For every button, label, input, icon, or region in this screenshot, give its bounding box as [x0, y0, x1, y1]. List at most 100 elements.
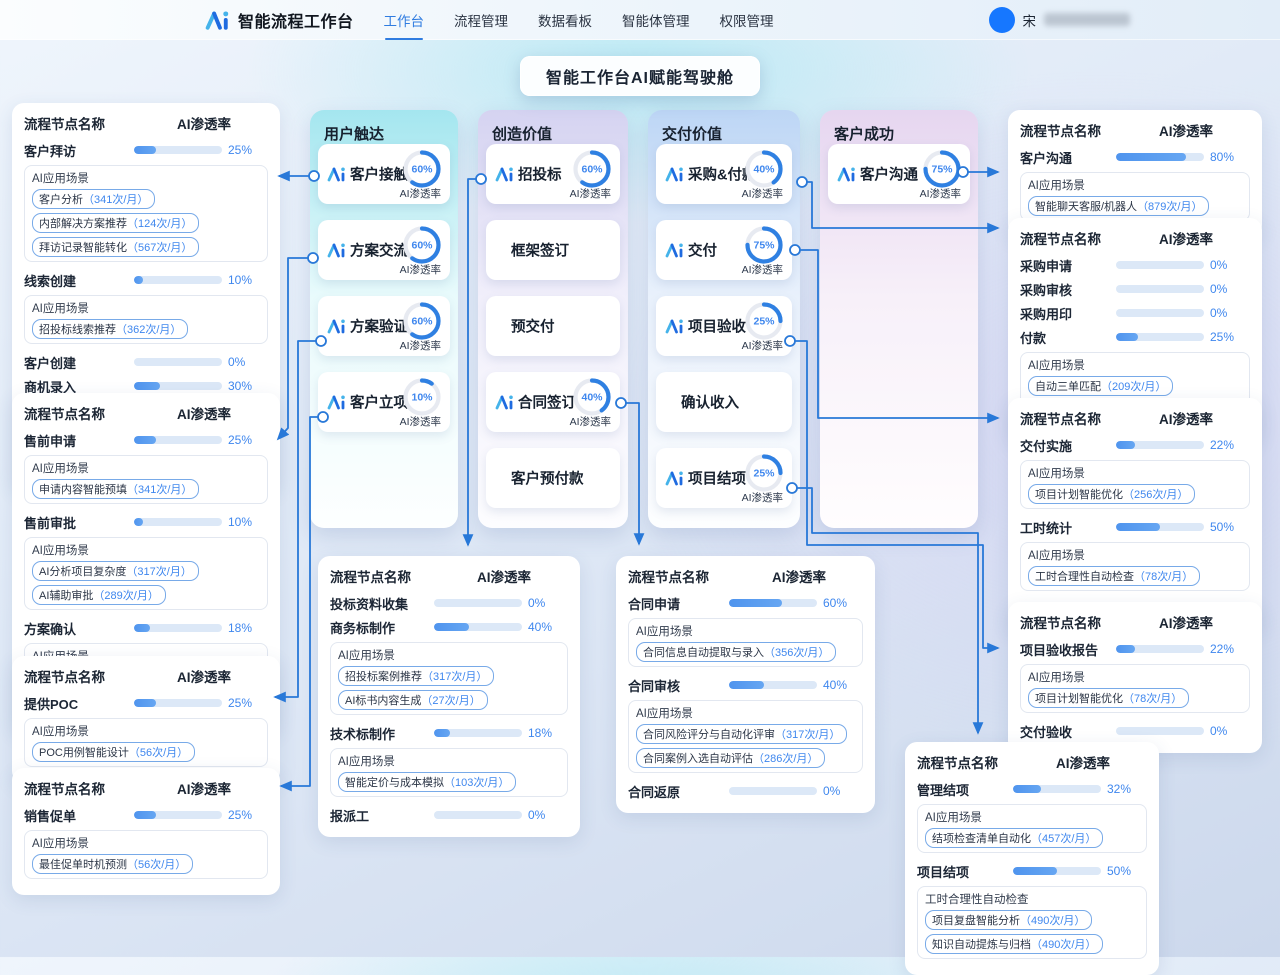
ai-scenario-chip[interactable]: 最佳促单时机预测（56次/月） — [32, 854, 193, 874]
ai-scenario-chip[interactable]: AI辅助审批（289次/月） — [32, 585, 166, 605]
stage-card[interactable]: 框架签订 — [486, 220, 620, 280]
ai-scenario-box: AI应用场景 客户分析（341次/月） 内部解决方案推荐（124次/月） 拜访记… — [24, 165, 268, 262]
node-column-header: 流程节点名称 — [1020, 228, 1122, 248]
ai-scenario-chip[interactable]: 合同信息自动提取与录入（356次/月） — [636, 642, 836, 662]
ai-scenario-box-label: AI应用场景 — [32, 300, 260, 316]
stage-card[interactable]: 采购&付款 40% AI渗透率 — [656, 144, 792, 204]
ai-logo-icon — [837, 166, 857, 183]
ai-scenario-chip[interactable]: 合同风险评分与自动化评审（317次/月） — [636, 724, 847, 744]
ai-scenario-box-label: AI应用场景 — [636, 623, 855, 639]
ai-scenario-chip[interactable]: POC用例智能设计（56次/月） — [32, 742, 195, 762]
stage-card[interactable]: 项目结项 25% AI渗透率 — [656, 448, 792, 508]
rate-column-header: AI渗透率 — [1122, 228, 1250, 248]
ai-scenario-chip[interactable]: AI标书内容生成（27次/月） — [338, 690, 488, 710]
nav-tab-2[interactable]: 数据看板 — [538, 4, 592, 36]
rate-percent-label: 10% — [228, 273, 268, 287]
user-avatar[interactable] — [989, 7, 1015, 33]
ai-scenario-chip[interactable]: 项目计划智能优化（256次/月） — [1028, 484, 1195, 504]
stage-card[interactable]: 方案交流 60% AI渗透率 — [318, 220, 450, 280]
rate-percent-label: 40% — [528, 620, 568, 634]
ai-scenario-chips: POC用例智能设计（56次/月） — [32, 742, 260, 762]
detail-panel-m1: 流程节点名称 AI渗透率 投标资料收集 0% 商务标制作 40% AI应用场景 … — [318, 556, 580, 837]
process-node-row: 方案确认 18% — [24, 616, 268, 640]
rate-percent-label: 0% — [228, 355, 268, 369]
nav-tab-1[interactable]: 流程管理 — [454, 4, 508, 36]
chip-count: （289次/月） — [93, 590, 158, 602]
ai-scenario-chips: 申请内容智能预填（341次/月） — [32, 479, 260, 499]
ai-scenario-chip[interactable]: 申请内容智能预填（341次/月） — [32, 479, 199, 499]
stage-column-0: 用户触达 客户接触 60% AI渗透率 方案交流 60% AI渗透率 — [310, 110, 458, 528]
ai-scenario-chip[interactable]: 拜访记录智能转化（567次/月） — [32, 237, 199, 257]
stage-card[interactable]: 客户立项 10% AI渗透率 — [318, 372, 450, 432]
process-node-name: 方案确认 — [24, 619, 128, 638]
rate-column-header: AI渗透率 — [1122, 120, 1250, 140]
nav-tab-4[interactable]: 权限管理 — [720, 4, 774, 36]
rate-percent-label: 0% — [1210, 282, 1250, 296]
ai-logo-icon — [327, 318, 347, 335]
chip-label: 内部解决方案推荐 — [39, 218, 127, 230]
stage-card-name: 方案交流 — [350, 240, 408, 261]
ai-scenario-chip[interactable]: 合同案例入选自动评估（286次/月） — [636, 748, 825, 768]
stage-column-1: 创造价值 招投标 60% AI渗透率 框架签订 预交付 合同签订 — [478, 110, 628, 528]
process-node-name: 投标资料收集 — [330, 594, 428, 613]
ai-scenario-chips: 最佳促单时机预测（56次/月） — [32, 854, 260, 874]
ai-scenario-box-label: AI应用场景 — [1028, 669, 1242, 685]
ai-scenario-chips: 项目计划智能优化（256次/月） — [1028, 484, 1242, 504]
rate-percent-label: 25% — [228, 433, 268, 447]
chip-label: 项目计划智能优化 — [1035, 693, 1123, 705]
ai-scenario-chip[interactable]: 工时合理性自动检查（78次/月） — [1028, 566, 1200, 586]
process-node-row: 付款 25% — [1020, 325, 1250, 349]
detail-panel-m2: 流程节点名称 AI渗透率 合同申请 60% AI应用场景 合同信息自动提取与录入… — [616, 556, 875, 813]
ai-scenario-chip[interactable]: 智能定价与成本模拟（103次/月） — [338, 772, 516, 792]
chip-count: （286次/月） — [753, 753, 818, 765]
ai-scenario-chip[interactable]: 知识自动提炼与归档（490次/月） — [925, 934, 1103, 954]
rate-column-header: AI渗透率 — [440, 566, 568, 586]
process-node-name: 合同审核 — [628, 676, 723, 695]
ai-scenario-chip[interactable]: 内部解决方案推荐（124次/月） — [32, 213, 199, 233]
chip-label: 合同信息自动提取与录入 — [643, 647, 764, 659]
stage-card[interactable]: 招投标 60% AI渗透率 — [486, 144, 620, 204]
process-node-row: 合同审核 40% — [628, 673, 863, 697]
panel-header: 流程节点名称 AI渗透率 — [1020, 120, 1250, 140]
stage-card[interactable]: 客户预付款 — [486, 448, 620, 508]
ai-scenario-chip[interactable]: 项目复盘智能分析（490次/月） — [925, 910, 1092, 930]
nav-tab-0[interactable]: 工作台 — [384, 4, 425, 36]
stage-card[interactable]: 合同签订 40% AI渗透率 — [486, 372, 620, 432]
chip-label: 拜访记录智能转化 — [39, 242, 127, 254]
ai-scenario-chip[interactable]: 项目计划智能优化（78次/月） — [1028, 688, 1189, 708]
donut-caption: AI渗透率 — [400, 186, 441, 201]
process-node-name: 客户拜访 — [24, 141, 128, 160]
process-node-row: 合同申请 60% — [628, 591, 863, 615]
stage-card[interactable]: 项目验收 25% AI渗透率 — [656, 296, 792, 356]
ai-rate-donut: 40% — [743, 148, 785, 190]
stage-card-name: 客户接触 — [350, 164, 408, 185]
chip-label: 结项检查清单自动化 — [932, 833, 1031, 845]
node-column-header: 流程节点名称 — [1020, 408, 1122, 428]
stage-card[interactable]: 交付 75% AI渗透率 — [656, 220, 792, 280]
stage-card[interactable]: 确认收入 — [656, 372, 792, 432]
stage-card[interactable]: 客户沟通 75% AI渗透率 — [828, 144, 970, 204]
rate-percent-label: 10% — [228, 515, 268, 529]
rate-progress-bar — [729, 599, 817, 607]
ai-scenario-chip[interactable]: 结项检查清单自动化（457次/月） — [925, 828, 1103, 848]
ai-scenario-chip[interactable]: 客户分析（341次/月） — [32, 189, 155, 209]
process-node-name: 客户沟通 — [1020, 148, 1110, 167]
ai-scenario-chip[interactable]: 自动三单匹配（209次/月） — [1028, 376, 1173, 396]
ai-logo-icon — [665, 318, 685, 335]
user-account[interactable]: 宋 — [989, 7, 1131, 33]
stage-card[interactable]: 方案验证 60% AI渗透率 — [318, 296, 450, 356]
nav-tab-3[interactable]: 智能体管理 — [622, 4, 690, 36]
stage-card[interactable]: 预交付 — [486, 296, 620, 356]
stage-title: 创造价值 — [478, 110, 628, 144]
ai-scenario-chip[interactable]: 招投标案例推荐（317次/月） — [338, 666, 494, 686]
svg-text:40%: 40% — [753, 164, 775, 176]
rate-percent-label: 0% — [823, 784, 863, 798]
ai-scenario-chip[interactable]: 智能聊天客服/机器人（879次/月） — [1028, 196, 1209, 216]
ai-scenario-chip[interactable]: AI分析项目复杂度（317次/月） — [32, 561, 199, 581]
stage-card[interactable]: 客户接触 60% AI渗透率 — [318, 144, 450, 204]
chip-count: （567次/月） — [127, 242, 192, 254]
process-node-row: 工时统计 50% — [1020, 515, 1250, 539]
node-column-header: 流程节点名称 — [24, 666, 140, 686]
rate-column-header: AI渗透率 — [1122, 612, 1250, 632]
ai-scenario-chip[interactable]: 招投标线索推荐（362次/月） — [32, 319, 188, 339]
